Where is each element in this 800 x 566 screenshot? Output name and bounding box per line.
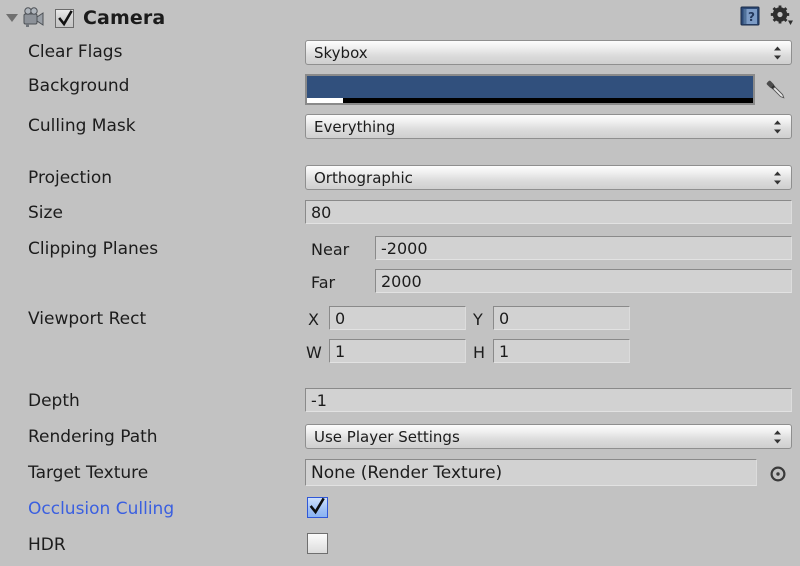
projection-value: Orthographic (314, 168, 413, 187)
hdr-label: HDR (28, 535, 66, 555)
chevron-updown-icon (773, 170, 782, 185)
rendering-path-value: Use Player Settings (314, 427, 460, 446)
projection-dropdown[interactable]: Orthographic (305, 165, 792, 190)
viewport-y-label: Y (473, 309, 483, 329)
viewport-x-input[interactable]: 0 (329, 306, 466, 330)
culling-mask-label: Culling Mask (28, 116, 136, 136)
viewport-x-label: X (308, 309, 319, 329)
clipping-planes-label: Clipping Planes (28, 239, 159, 259)
row-size: Size 80 (0, 197, 800, 229)
row-viewport-rect-wh: W 1 H 1 (0, 336, 800, 368)
rendering-path-dropdown[interactable]: Use Player Settings (305, 424, 792, 449)
near-input[interactable]: -2000 (375, 236, 792, 260)
viewport-w-label: W (306, 342, 322, 362)
far-value: 2000 (381, 271, 422, 291)
size-value: 80 (311, 202, 332, 222)
foldout-triangle-icon[interactable] (4, 0, 20, 36)
camera-enabled-checkbox[interactable] (55, 8, 74, 28)
row-clipping-planes-near: Clipping Planes Near -2000 (0, 233, 800, 265)
camera-icon (22, 7, 48, 29)
culling-mask-value: Everything (314, 117, 396, 136)
depth-label: Depth (28, 391, 80, 411)
component-header: Camera ? (0, 0, 800, 36)
chevron-updown-icon (773, 429, 782, 444)
clear-flags-dropdown[interactable]: Skybox (305, 40, 792, 65)
viewport-y-value: 0 (499, 308, 510, 328)
occlusion-culling-checkbox[interactable] (307, 497, 328, 518)
culling-mask-dropdown[interactable]: Everything (305, 114, 792, 139)
viewport-h-value: 1 (499, 341, 510, 361)
background-alpha-bar (307, 98, 753, 103)
far-label: Far (311, 272, 336, 292)
viewport-y-input[interactable]: 0 (493, 306, 630, 330)
eyedropper-icon[interactable] (762, 77, 790, 108)
background-color-swatch[interactable] (305, 74, 755, 105)
row-depth: Depth -1 (0, 385, 800, 417)
far-input[interactable]: 2000 (375, 269, 792, 293)
header-icon-group: ? (739, 0, 794, 36)
row-clipping-planes-far: Far 2000 (0, 266, 800, 298)
gear-icon[interactable] (770, 5, 794, 32)
viewport-w-input[interactable]: 1 (329, 339, 466, 363)
object-picker-icon[interactable] (769, 465, 787, 488)
help-book-icon[interactable]: ? (739, 5, 761, 32)
hdr-checkbox[interactable] (307, 533, 328, 554)
size-label: Size (28, 203, 63, 223)
row-culling-mask: Culling Mask Everything (0, 110, 800, 142)
projection-label: Projection (28, 168, 113, 188)
target-texture-object-field[interactable]: None (Render Texture) (305, 459, 757, 486)
near-value: -2000 (381, 238, 428, 258)
near-label: Near (311, 239, 350, 259)
svg-text:?: ? (748, 10, 755, 24)
row-viewport-rect-xy: Viewport Rect X 0 Y 0 (0, 303, 800, 335)
background-color-fill (307, 76, 753, 98)
viewport-h-label: H (473, 342, 486, 362)
viewport-w-value: 1 (335, 341, 346, 361)
row-hdr: HDR (0, 529, 800, 561)
depth-value: -1 (311, 390, 327, 410)
row-occlusion-culling: Occlusion Culling (0, 493, 800, 525)
target-texture-label: Target Texture (28, 463, 149, 483)
rendering-path-label: Rendering Path (28, 427, 158, 447)
depth-input[interactable]: -1 (305, 388, 792, 412)
row-clear-flags: Clear Flags Skybox (0, 36, 800, 68)
viewport-x-value: 0 (335, 308, 346, 328)
viewport-h-input[interactable]: 1 (493, 339, 630, 363)
row-projection: Projection Orthographic (0, 162, 800, 194)
row-rendering-path: Rendering Path Use Player Settings (0, 421, 800, 453)
clear-flags-label: Clear Flags (28, 42, 123, 62)
row-target-texture: Target Texture None (Render Texture) (0, 457, 800, 489)
occlusion-culling-label[interactable]: Occlusion Culling (28, 499, 174, 519)
chevron-updown-icon (773, 45, 782, 60)
clear-flags-value: Skybox (314, 43, 368, 62)
viewport-rect-label: Viewport Rect (28, 309, 147, 329)
size-input[interactable]: 80 (305, 200, 792, 224)
row-background: Background (0, 70, 800, 105)
background-label: Background (28, 76, 130, 96)
target-texture-value: None (Render Texture) (311, 462, 503, 483)
chevron-updown-icon (773, 119, 782, 134)
page-title: Camera (83, 7, 166, 29)
